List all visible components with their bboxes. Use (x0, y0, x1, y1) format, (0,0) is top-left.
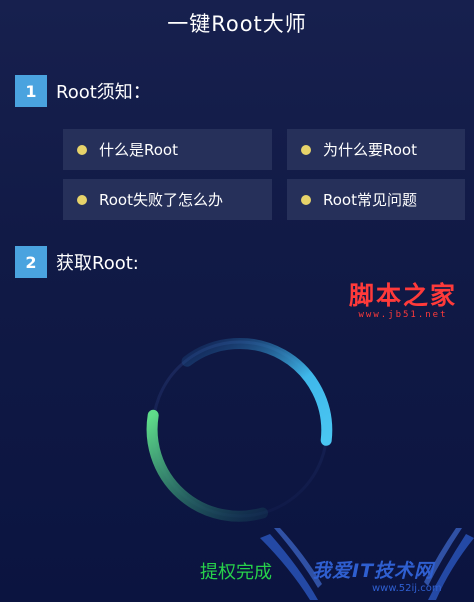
ring-arc-green (146, 409, 268, 522)
watermark-52ij: 我爱IT技术网 www.52ij.com (260, 528, 474, 602)
progress-ring (146, 338, 333, 522)
watermark-url: www.52ij.com (372, 583, 442, 594)
watermark-brand: 我爱IT技术网 (312, 560, 435, 582)
ring-arc-blue (181, 338, 333, 446)
